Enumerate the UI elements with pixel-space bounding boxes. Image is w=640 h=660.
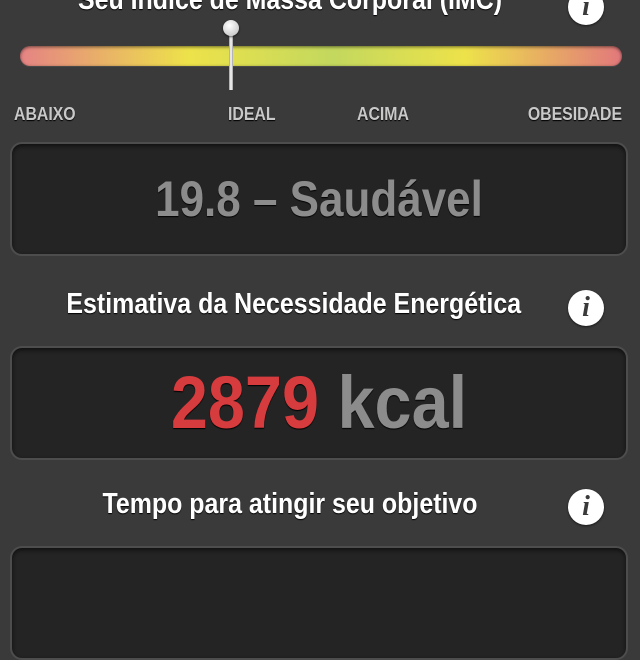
bmi-info-icon[interactable]: i xyxy=(568,0,604,25)
gauge-label-obesidade: OBESIDADE xyxy=(527,104,622,124)
bmi-gauge-track xyxy=(20,46,622,66)
energy-value: 2879 kcal xyxy=(43,360,596,445)
goal-value-panel xyxy=(10,546,628,660)
goal-title: Tempo para atingir seu objetivo xyxy=(102,488,478,520)
bmi-gauge-knob[interactable] xyxy=(222,20,239,36)
gauge-label-acima: ACIMA xyxy=(357,104,409,124)
gauge-label-abaixo: ABAIXO xyxy=(14,104,76,124)
gauge-label-ideal: IDEAL xyxy=(228,104,276,124)
bmi-value-panel: 19.8 – Saudável xyxy=(10,142,628,256)
energy-title: Estimativa da Necessidade Energética xyxy=(66,288,522,320)
bmi-gauge-needle[interactable] xyxy=(228,28,233,90)
energy-kcal-unit: kcal xyxy=(337,361,468,444)
energy-kcal-number: 2879 xyxy=(170,361,320,444)
energy-info-icon[interactable]: i xyxy=(568,290,604,326)
energy-value-panel: 2879 kcal xyxy=(10,346,628,460)
goal-info-icon[interactable]: i xyxy=(568,489,604,525)
bmi-title: Seu Índice de Massa Corporal (IMC) xyxy=(77,0,503,16)
bmi-value: 19.8 – Saudável xyxy=(155,171,483,227)
